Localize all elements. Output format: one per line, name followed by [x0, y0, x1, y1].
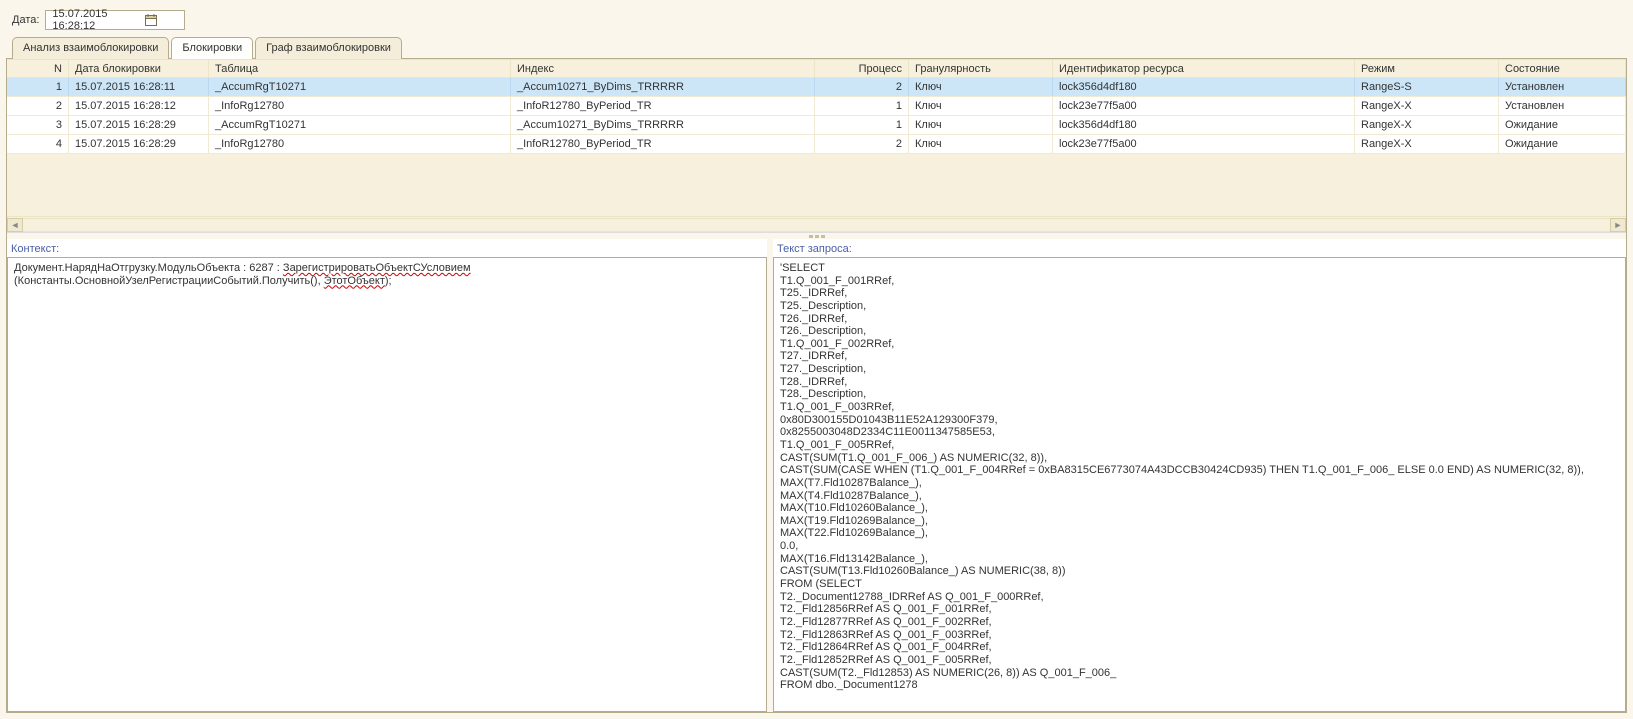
cell-process: 1: [815, 97, 909, 115]
col-resource[interactable]: Идентификатор ресурса: [1053, 60, 1355, 77]
query-pane: Текст запроса: 'SELECT T1.Q_001_F_001RRe…: [773, 239, 1626, 712]
cell-mode: RangeX-X: [1355, 97, 1499, 115]
cell-date: 15.07.2015 16:28:29: [69, 135, 209, 153]
cell-mode: RangeX-X: [1355, 135, 1499, 153]
grid-header: N Дата блокировки Таблица Индекс Процесс…: [7, 59, 1626, 78]
cell-index: _InfoR12780_ByPeriod_TR: [511, 135, 815, 153]
date-row: Дата: 15.07.2015 16:28:12: [6, 6, 1627, 36]
grid-empty-area: [7, 154, 1626, 216]
cell-date: 15.07.2015 16:28:29: [69, 116, 209, 134]
calendar-icon[interactable]: [119, 12, 182, 28]
cell-mode: RangeX-X: [1355, 116, 1499, 134]
table-row[interactable]: 3 15.07.2015 16:28:29 _AccumRgT10271 _Ac…: [7, 116, 1626, 135]
table-row[interactable]: 2 15.07.2015 16:28:12 _InfoRg12780 _Info…: [7, 97, 1626, 116]
scroll-right-icon[interactable]: ►: [1610, 218, 1626, 232]
cell-state: Установлен: [1499, 97, 1626, 115]
date-value: 15.07.2015 16:28:12: [52, 8, 115, 32]
cell-n: 3: [7, 116, 69, 134]
tabs: Анализ взаимоблокировки Блокировки Граф …: [6, 36, 1627, 58]
cell-table: _AccumRgT10271: [209, 116, 511, 134]
query-label: Текст запроса:: [773, 239, 1626, 257]
tab-locks[interactable]: Блокировки: [171, 37, 253, 59]
cell-resource: lock23e77f5a00: [1053, 97, 1355, 115]
cell-state: Ожидание: [1499, 116, 1626, 134]
locks-grid: N Дата блокировки Таблица Индекс Процесс…: [7, 59, 1626, 233]
grid-hscroll[interactable]: ◄ ►: [7, 216, 1626, 232]
cell-n: 1: [7, 78, 69, 96]
cell-granularity: Ключ: [909, 116, 1053, 134]
date-input[interactable]: 15.07.2015 16:28:12: [45, 10, 185, 30]
col-date[interactable]: Дата блокировки: [69, 60, 209, 77]
col-mode[interactable]: Режим: [1355, 60, 1499, 77]
cell-granularity: Ключ: [909, 97, 1053, 115]
cell-n: 2: [7, 97, 69, 115]
col-granularity[interactable]: Гранулярность: [909, 60, 1053, 77]
cell-n: 4: [7, 135, 69, 153]
col-index[interactable]: Индекс: [511, 60, 815, 77]
content-frame: N Дата блокировки Таблица Индекс Процесс…: [6, 58, 1627, 713]
context-text[interactable]: Документ.НарядНаОтгрузку.МодульОбъекта :…: [7, 257, 767, 712]
col-table[interactable]: Таблица: [209, 60, 511, 77]
table-row[interactable]: 4 15.07.2015 16:28:29 _InfoRg12780 _Info…: [7, 135, 1626, 154]
cell-table: _AccumRgT10271: [209, 78, 511, 96]
cell-index: _InfoR12780_ByPeriod_TR: [511, 97, 815, 115]
cell-resource: lock356d4df180: [1053, 116, 1355, 134]
cell-date: 15.07.2015 16:28:12: [69, 97, 209, 115]
grid-body: 1 15.07.2015 16:28:11 _AccumRgT10271 _Ac…: [7, 78, 1626, 154]
tab-analysis[interactable]: Анализ взаимоблокировки: [12, 37, 169, 59]
cell-resource: lock356d4df180: [1053, 78, 1355, 96]
table-row[interactable]: 1 15.07.2015 16:28:11 _AccumRgT10271 _Ac…: [7, 78, 1626, 97]
col-process[interactable]: Процесс: [815, 60, 909, 77]
cell-index: _Accum10271_ByDims_TRRRRR: [511, 116, 815, 134]
cell-granularity: Ключ: [909, 78, 1053, 96]
cell-granularity: Ключ: [909, 135, 1053, 153]
col-state[interactable]: Состояние: [1499, 60, 1626, 77]
context-pane: Контекст: Документ.НарядНаОтгрузку.Модул…: [7, 239, 773, 712]
bottom-panes: Контекст: Документ.НарядНаОтгрузку.Модул…: [7, 239, 1626, 712]
context-label: Контекст:: [7, 239, 767, 257]
date-label: Дата:: [12, 14, 39, 26]
cell-mode: RangeS-S: [1355, 78, 1499, 96]
scroll-track[interactable]: [23, 218, 1610, 232]
cell-process: 1: [815, 116, 909, 134]
cell-date: 15.07.2015 16:28:11: [69, 78, 209, 96]
cell-resource: lock23e77f5a00: [1053, 135, 1355, 153]
cell-process: 2: [815, 135, 909, 153]
cell-process: 2: [815, 78, 909, 96]
cell-table: _InfoRg12780: [209, 135, 511, 153]
tab-graph[interactable]: Граф взаимоблокировки: [255, 37, 402, 59]
cell-state: Установлен: [1499, 78, 1626, 96]
cell-index: _Accum10271_ByDims_TRRRRR: [511, 78, 815, 96]
cell-state: Ожидание: [1499, 135, 1626, 153]
query-text[interactable]: 'SELECT T1.Q_001_F_001RRef, T25._IDRRef,…: [773, 257, 1626, 712]
scroll-left-icon[interactable]: ◄: [7, 218, 23, 232]
cell-table: _InfoRg12780: [209, 97, 511, 115]
col-n[interactable]: N: [7, 60, 69, 77]
